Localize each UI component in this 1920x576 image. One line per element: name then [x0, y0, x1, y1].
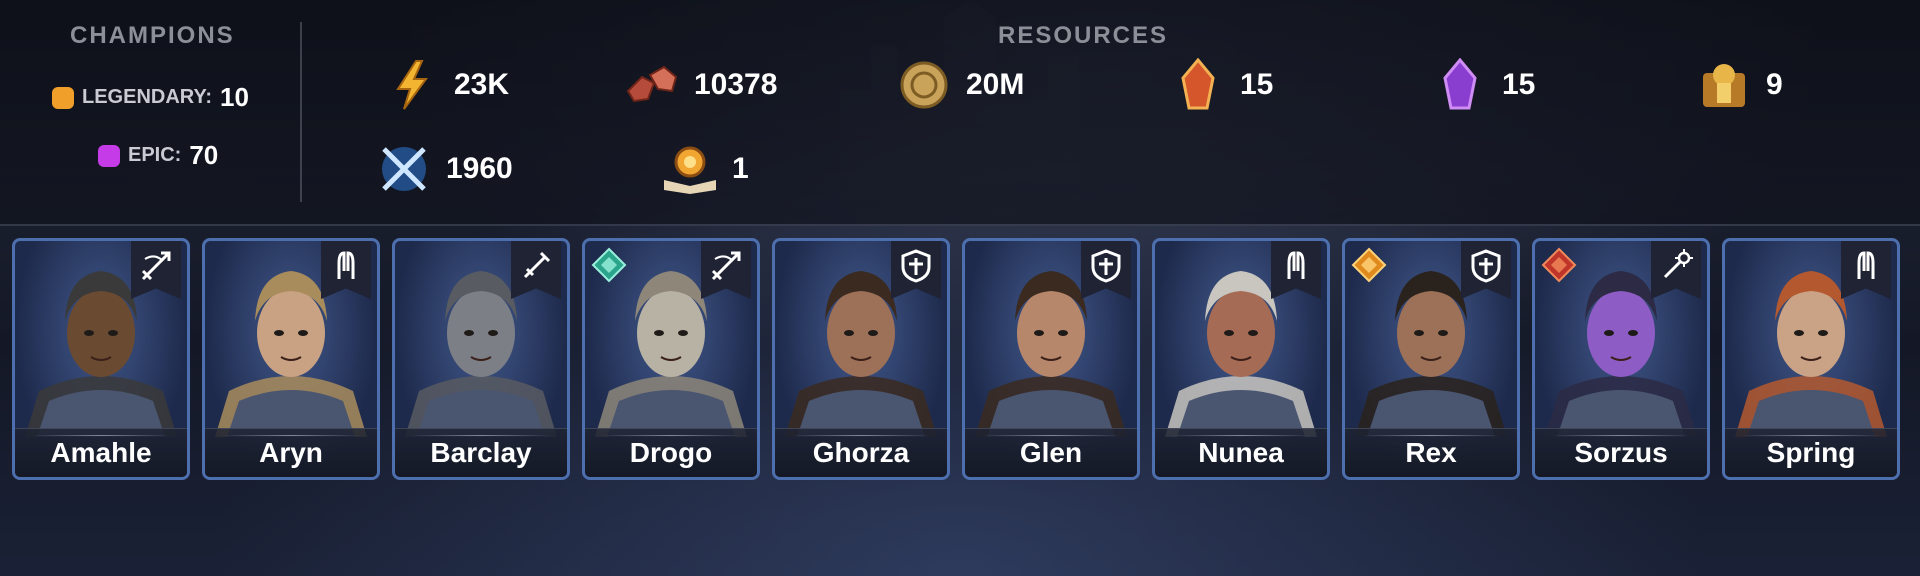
gold-coin-icon: [896, 57, 952, 113]
name-plate: Sorzus: [1535, 428, 1707, 477]
champions-title: CHAMPIONS: [70, 22, 235, 49]
gold-value: 20M: [966, 68, 1025, 101]
epic-value: 70: [189, 140, 219, 170]
resource-magic-fragment: 15: [1432, 57, 1535, 113]
ruby-gems-icon: [624, 57, 680, 113]
epic-count: EPIC: 70: [98, 140, 218, 171]
champion-name: Aryn: [259, 437, 323, 468]
arena-value: 1960: [446, 152, 513, 185]
champions-section: CHAMPIONS LEGENDARY: 10 EPIC: 70: [0, 0, 300, 224]
champion-card-drogo[interactable]: Drogo: [582, 238, 760, 480]
affinity-magic-icon: [1539, 245, 1579, 285]
name-plate: Amahle: [15, 428, 187, 477]
gems-value: 10378: [694, 68, 778, 101]
name-plate: Spring: [1725, 428, 1897, 477]
champion-name: Rex: [1405, 437, 1457, 468]
champion-card-barclay[interactable]: Barclay: [392, 238, 570, 480]
magic-icon: [1659, 249, 1693, 288]
name-plate: Ghorza: [775, 428, 947, 477]
force-fragment-value: 15: [1240, 68, 1274, 101]
champion-card-glen[interactable]: Glen: [962, 238, 1140, 480]
sword-icon: [519, 249, 553, 288]
resource-knight-token: 9: [1696, 57, 1783, 113]
champion-card-ghorza[interactable]: Ghorza: [772, 238, 950, 480]
champion-name: Drogo: [629, 437, 713, 468]
resources-title: RESOURCES: [998, 22, 1169, 49]
champion-name: Ghorza: [812, 437, 910, 468]
energy-value: 23K: [454, 68, 510, 101]
champion-name: Barclay: [430, 437, 532, 468]
resource-arena: 1960: [376, 141, 513, 197]
name-plate: Glen: [965, 428, 1137, 477]
section-divider: [300, 22, 302, 202]
legendary-icon: [52, 86, 74, 109]
champion-card-sorzus[interactable]: Sorzus: [1532, 238, 1710, 480]
shield-icon: [1471, 249, 1501, 288]
support-icon: [1279, 249, 1313, 288]
tome-icon: [662, 141, 718, 197]
magic-fragment-icon: [1432, 57, 1488, 113]
champion-card-spring[interactable]: Spring: [1722, 238, 1900, 480]
champion-name: Nunea: [1198, 437, 1284, 468]
resource-force-fragment: 15: [1170, 57, 1273, 113]
name-plate: Nunea: [1155, 428, 1327, 477]
name-plate: Aryn: [205, 428, 377, 477]
resource-tome: 1: [662, 141, 749, 197]
legendary-count: LEGENDARY: 10: [52, 82, 249, 113]
bow-icon: [139, 249, 173, 288]
champion-name: Sorzus: [1574, 437, 1668, 468]
name-plate: Barclay: [395, 428, 567, 477]
legendary-label: LEGENDARY:: [82, 86, 212, 108]
knight-token-icon: [1696, 57, 1752, 113]
epic-label: EPIC:: [128, 144, 182, 166]
shield-icon: [1091, 249, 1121, 288]
epic-icon: [98, 144, 120, 167]
resource-gems: 10378: [624, 57, 777, 113]
summary-panel: CHAMPIONS LEGENDARY: 10 EPIC: 70 RESOURC…: [0, 0, 1920, 226]
force-fragment-icon: [1170, 57, 1226, 113]
bow-icon: [709, 249, 743, 288]
name-plate: Drogo: [585, 428, 757, 477]
champion-card-aryn[interactable]: Aryn: [202, 238, 380, 480]
support-icon: [329, 249, 363, 288]
champion-name: Spring: [1766, 437, 1856, 468]
crossed-swords-icon: [376, 141, 432, 197]
champion-name: Glen: [1019, 437, 1083, 468]
tome-value: 1: [732, 152, 749, 185]
champion-card-nunea[interactable]: Nunea: [1152, 238, 1330, 480]
name-plate: Rex: [1345, 428, 1517, 477]
legendary-value: 10: [220, 82, 249, 112]
energy-icon: [384, 57, 440, 113]
magic-fragment-value: 15: [1502, 68, 1536, 101]
affinity-force-icon: [1349, 245, 1389, 285]
shield-icon: [901, 249, 931, 288]
champion-card-amahle[interactable]: Amahle: [12, 238, 190, 480]
champion-card-rex[interactable]: Rex: [1342, 238, 1520, 480]
champion-name: Amahle: [50, 437, 152, 468]
resource-gold: 20M: [896, 57, 1024, 113]
affinity-spirit-icon: [589, 245, 629, 285]
knight-token-value: 9: [1766, 68, 1783, 101]
support-icon: [1849, 249, 1883, 288]
resource-energy: 23K: [384, 57, 509, 113]
